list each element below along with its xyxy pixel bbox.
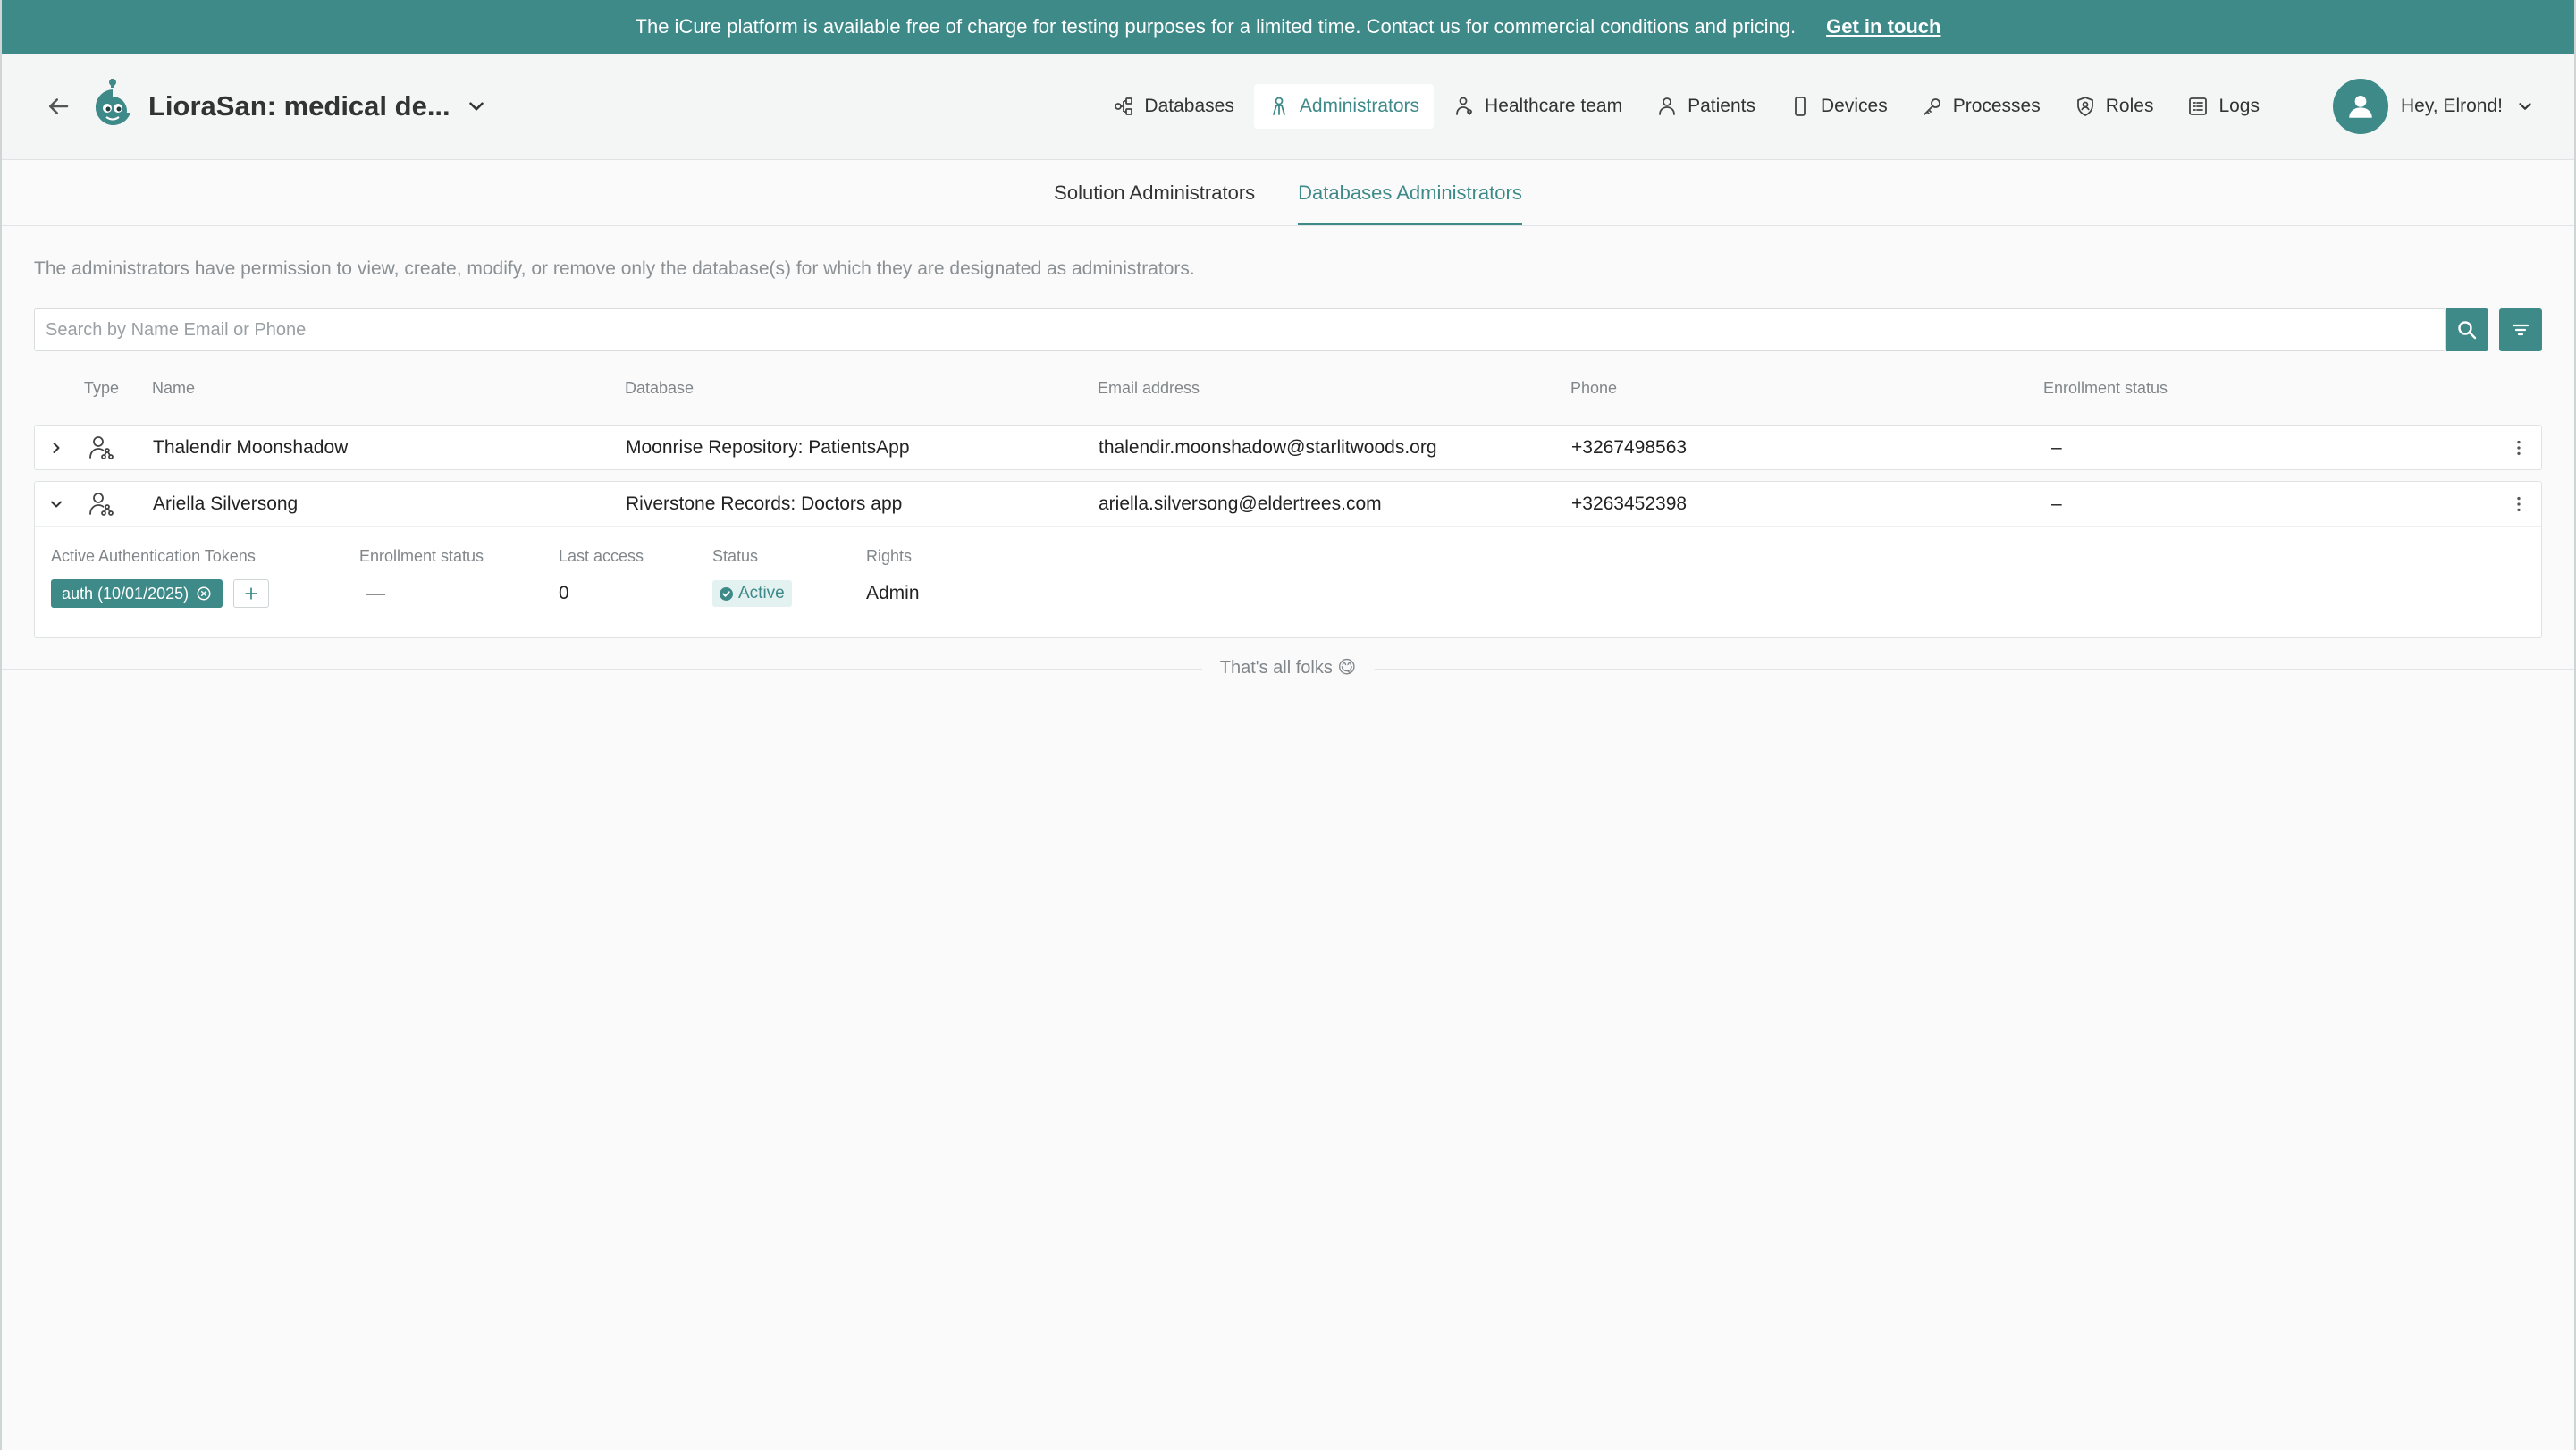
column-header-database[interactable]: Database [625, 379, 1098, 398]
rights-value: Admin [866, 583, 920, 603]
nav-item-label: Databases [1144, 96, 1234, 116]
main-content: The administrators have permission to vi… [2, 258, 2574, 638]
top-navigation: LioraSan: medical de... Databases Admini… [2, 54, 2574, 160]
devices-icon [1795, 97, 1806, 116]
column-header-enrollment-status[interactable]: Enrollment status [2043, 379, 2497, 398]
plus-icon [245, 587, 257, 600]
logs-icon [2189, 97, 2208, 115]
search-input[interactable] [34, 308, 2446, 351]
filter-button[interactable] [2499, 308, 2542, 351]
row-summary[interactable]: Thalendir Moonshadow Moonrise Repository… [35, 426, 2541, 469]
nav-item-roles[interactable]: Roles [2060, 84, 2168, 129]
page-description: The administrators have permission to vi… [34, 258, 1195, 279]
admin-database: Moonrise Repository: PatientsApp [626, 436, 910, 458]
processes-icon [1923, 98, 1940, 115]
check-icon [720, 586, 733, 601]
table-header: Type Name Database Email address Phone E… [34, 351, 2542, 425]
user-greeting: Hey, Elrond! [2401, 96, 2503, 116]
admin-email: thalendir.moonshadow@starlitwoods.org [1099, 436, 1437, 458]
nav-item-label: Devices [1821, 96, 1888, 116]
admin-email: ariella.silversong@eldertrees.com [1099, 493, 1382, 514]
nav-item-processes[interactable]: Processes [1907, 84, 2055, 129]
row-details: Active Authentication Tokens auth (10/01… [35, 526, 2541, 637]
admin-enrollment-status: – [2051, 436, 2062, 458]
admin-phone: +3267498563 [1571, 436, 1688, 458]
nav-item-logs[interactable]: Logs [2173, 84, 2274, 129]
nav-item-healthcare-team[interactable]: Healthcare team [1439, 84, 1637, 129]
admin-user-icon [89, 492, 114, 516]
status-value: Active [738, 584, 785, 603]
status-badge: Active [712, 580, 792, 607]
column-header-phone[interactable]: Phone [1570, 379, 2043, 398]
nav-item-devices[interactable]: Devices [1775, 84, 1902, 129]
nav-item-label: Healthcare team [1485, 96, 1623, 116]
last-access-label: Last access [559, 546, 644, 565]
search-bar [34, 308, 2542, 351]
admin-enrollment-status: – [2051, 493, 2062, 514]
enrollment-value: — [366, 583, 385, 603]
nav-item-databases[interactable]: Databases [1099, 84, 1248, 129]
announcement-banner: The iCure platform is available free of … [2, 0, 2574, 54]
filter-icon [2512, 324, 2530, 336]
admin-user-icon [89, 435, 114, 459]
column-header-name[interactable]: Name [152, 379, 625, 398]
databases-icon [1115, 97, 1133, 115]
auth-token-chip[interactable]: auth (10/01/2025) [51, 579, 223, 608]
more-vertical-icon[interactable] [2509, 494, 2529, 514]
healthcare-team-icon [1456, 97, 1472, 115]
app-title: LioraSan: medical de... [148, 90, 450, 122]
last-access-value: 0 [559, 583, 569, 603]
status-label: Status [712, 546, 759, 565]
patients-icon [1659, 97, 1676, 115]
add-token-button[interactable] [233, 579, 270, 608]
admin-tabs: Solution Administrators Databases Admini… [2, 160, 2574, 226]
admin-name: Thalendir Moonshadow [153, 436, 349, 458]
nav-item-patients[interactable]: Patients [1642, 84, 1770, 129]
column-header-email[interactable]: Email address [1098, 379, 1570, 398]
icure-logo-icon [95, 79, 130, 125]
chevron-right-icon[interactable] [47, 439, 65, 457]
nav-item-label: Patients [1688, 96, 1755, 116]
user-avatar-icon [2349, 95, 2372, 118]
remove-token-icon[interactable] [196, 586, 212, 602]
chevron-down-icon[interactable] [47, 495, 65, 513]
enrollment-label: Enrollment status [359, 546, 484, 565]
chevron-down-icon[interactable] [465, 95, 488, 118]
nav-item-label: Administrators [1299, 96, 1420, 116]
banner-message: The iCure platform is available free of … [635, 15, 1797, 38]
admin-phone: +3263452398 [1571, 493, 1688, 514]
table-row: Thalendir Moonshadow Moonrise Repository… [34, 425, 2542, 470]
auth-token-label: auth (10/01/2025) [62, 584, 189, 603]
user-menu[interactable]: Hey, Elrond! [2333, 79, 2535, 134]
roles-icon [2076, 97, 2093, 116]
column-header-type[interactable]: Type [84, 379, 152, 398]
row-summary[interactable]: Ariella Silversong Riverstone Records: D… [35, 482, 2541, 526]
search-button[interactable] [2446, 308, 2488, 351]
table-row: Ariella Silversong Riverstone Records: D… [34, 481, 2542, 638]
admin-database: Riverstone Records: Doctors app [626, 493, 903, 514]
administrators-icon [1272, 97, 1285, 115]
nav-item-label: Logs [2218, 96, 2260, 116]
back-arrow-icon[interactable] [45, 93, 72, 120]
get-in-touch-link[interactable]: Get in touch [1826, 15, 1940, 38]
nav-item-label: Processes [1952, 96, 2041, 116]
search-icon [2458, 321, 2477, 340]
main-nav: Databases Administrators Healthcare team… [1099, 84, 2274, 129]
rights-label: Rights [866, 546, 913, 565]
tokens-label: Active Authentication Tokens [51, 546, 256, 565]
end-of-list-text: That's all folks 😋 [1201, 656, 1375, 679]
chevron-down-icon [2519, 103, 2531, 110]
tab-solution-administrators[interactable]: Solution Administrators [1054, 160, 1255, 225]
nav-item-label: Roles [2105, 96, 2154, 116]
avatar [2333, 79, 2388, 134]
nav-item-administrators[interactable]: Administrators [1253, 84, 1435, 129]
more-vertical-icon[interactable] [2509, 438, 2529, 458]
end-of-list: That's all folks 😋 [2, 651, 2574, 687]
admin-name: Ariella Silversong [153, 493, 299, 514]
tab-databases-administrators[interactable]: Databases Administrators [1298, 160, 1522, 225]
